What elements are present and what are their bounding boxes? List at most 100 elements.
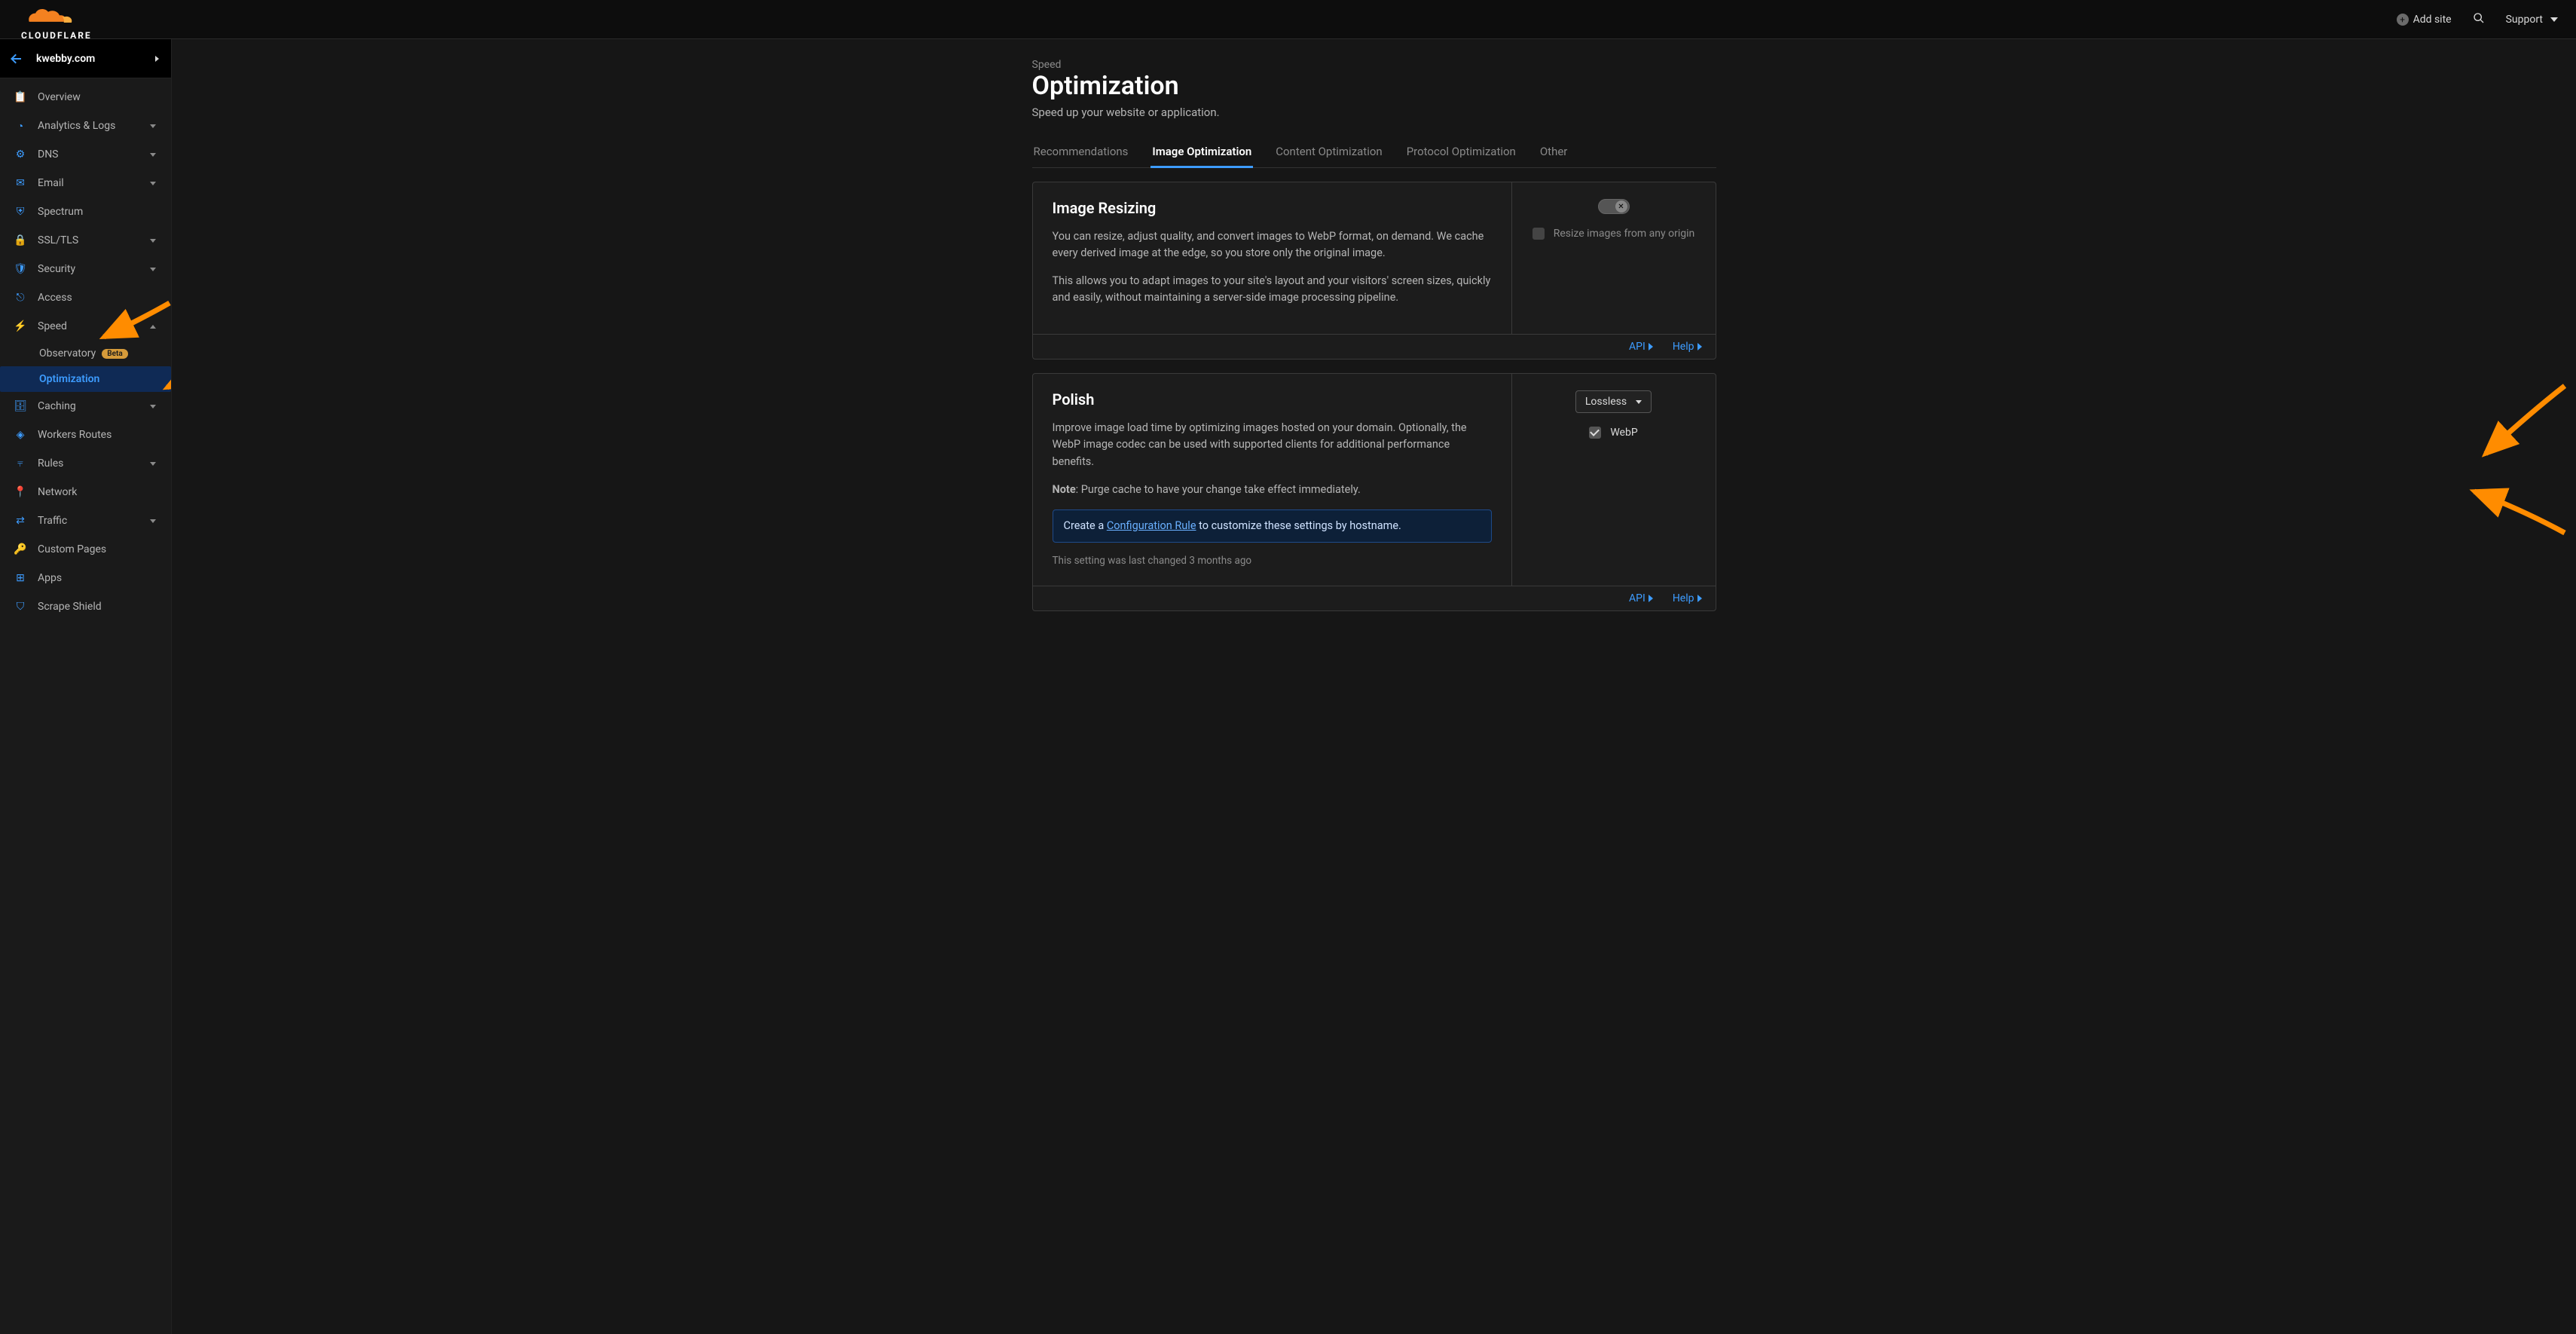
- card-note: Note: Purge cache to have your change ta…: [1053, 482, 1492, 498]
- drive-icon: 🗄: [14, 400, 27, 412]
- caret-right-icon: [1649, 343, 1653, 350]
- resize-any-origin-checkbox[interactable]: [1532, 228, 1545, 240]
- card-desc-p1: Improve image load time by optimizing im…: [1053, 420, 1492, 470]
- card-polish: Polish Improve image load time by optimi…: [1032, 373, 1716, 611]
- config-rule-callout: Create a Configuration Rule to customize…: [1053, 509, 1492, 543]
- top-header: CLOUDFLARE + Add site Support: [0, 0, 2576, 39]
- card-desc-p2: This allows you to adapt images to your …: [1053, 273, 1492, 307]
- tab-protocol-optimization[interactable]: Protocol Optimization: [1405, 137, 1517, 168]
- sidebar: kwebby.com 📋 Overview ◔Analytics & Logs ⚙ DN…: [0, 39, 172, 1334]
- support-menu[interactable]: Support: [2506, 14, 2558, 26]
- sidebar-item-custom-pages[interactable]: 🔑 Custom Pages: [0, 535, 171, 564]
- chevron-down-icon: [148, 268, 157, 271]
- sidebar-item-access[interactable]: ⎋Access: [0, 283, 171, 312]
- sidebar-item-email[interactable]: ✉ Email: [0, 169, 171, 197]
- add-site-label: Add site: [2413, 14, 2452, 26]
- tab-other[interactable]: Other: [1539, 137, 1569, 168]
- sidebar-item-label: Network: [38, 486, 157, 498]
- sidebar-item-label: Email: [38, 177, 138, 189]
- sidebar-subitem-observatory[interactable]: ObservatoryBeta: [0, 341, 171, 366]
- sidebar-subitem-label: Optimization: [39, 373, 99, 385]
- brand-logo[interactable]: CLOUDFLARE: [12, 4, 92, 35]
- site-switcher[interactable]: kwebby.com: [0, 39, 171, 78]
- clock-icon: ◔: [14, 120, 27, 133]
- sidebar-item-label: Caching: [38, 400, 138, 412]
- tabs: Recommendations Image Optimization Content…: [1032, 137, 1716, 168]
- funnel-icon: ⫧: [14, 457, 27, 470]
- add-site-button[interactable]: + Add site: [2397, 14, 2452, 26]
- sidebar-item-caching[interactable]: 🗄 Caching: [0, 392, 171, 421]
- sidebar-item-network[interactable]: 📍 Network: [0, 478, 171, 506]
- image-resizing-toggle[interactable]: ✕: [1598, 199, 1630, 214]
- card-image-resizing: Image Resizing You can resize, adjust qu…: [1032, 182, 1716, 360]
- api-link[interactable]: API: [1629, 341, 1653, 353]
- tab-recommendations[interactable]: Recommendations: [1032, 137, 1130, 168]
- sidebar-item-analytics-logs[interactable]: ◔Analytics & Logs: [0, 112, 171, 140]
- webp-checkbox[interactable]: [1589, 427, 1601, 439]
- bolt-icon: ⚡: [14, 320, 27, 332]
- sidebar-subitem-label: Observatory: [39, 347, 96, 360]
- sidebar-item-speed[interactable]: ⚡Speed: [0, 312, 171, 341]
- card-footer: API Help: [1033, 586, 1716, 610]
- help-link[interactable]: Help: [1673, 592, 1702, 604]
- sidebar-item-label: Overview: [38, 91, 157, 103]
- sidebar-nav: 📋 Overview ◔Analytics & Logs ⚙ DNS ✉ Email ⛨Spe…: [0, 78, 171, 1334]
- cloudflare-logo-icon: [12, 8, 84, 31]
- help-link[interactable]: Help: [1673, 341, 1702, 353]
- sidebar-item-label: Traffic: [38, 515, 138, 527]
- caret-right-icon: [155, 56, 159, 62]
- tab-image-optimization[interactable]: Image Optimization: [1150, 137, 1253, 168]
- sidebar-item-security[interactable]: 🛡Security: [0, 255, 171, 283]
- sidebar-item-label: SSL/TLS: [38, 234, 138, 246]
- caret-down-icon: [1636, 400, 1642, 404]
- help-link-label: Help: [1673, 341, 1694, 353]
- sidebar-item-label: Apps: [38, 572, 157, 584]
- sidebar-item-label: DNS: [38, 148, 138, 161]
- site-name: kwebby.com: [36, 53, 143, 65]
- network-icon: ⚙: [14, 148, 27, 161]
- polish-mode-dropdown[interactable]: Lossless: [1575, 390, 1652, 413]
- pin-icon: 📍: [14, 486, 27, 498]
- chevron-down-icon: [148, 405, 157, 408]
- lock-icon: 🔒: [14, 234, 27, 246]
- key-icon: 🔑: [14, 543, 27, 555]
- grid-icon: ⊞: [14, 572, 27, 584]
- card-title: Image Resizing: [1053, 199, 1492, 217]
- sidebar-item-apps[interactable]: ⊞ Apps: [0, 564, 171, 592]
- clipboard-icon: 📋: [14, 91, 27, 103]
- sidebar-item-traffic[interactable]: ⇄ Traffic: [0, 506, 171, 535]
- sidebar-item-scrape-shield[interactable]: ⛉Scrape Shield: [0, 592, 171, 621]
- tab-content-optimization[interactable]: Content Optimization: [1274, 137, 1383, 168]
- header-right: + Add site Support: [2397, 12, 2558, 27]
- arrows-icon: ⇄: [14, 515, 27, 527]
- sidebar-item-workers-routes[interactable]: ◈Workers Routes: [0, 421, 171, 449]
- callout-prefix: Create a: [1064, 519, 1107, 532]
- api-link[interactable]: API: [1629, 592, 1653, 604]
- help-link-label: Help: [1673, 592, 1694, 604]
- support-label: Support: [2506, 14, 2543, 26]
- sidebar-item-label: Custom Pages: [38, 543, 157, 555]
- sidebar-item-ssl-tls[interactable]: 🔒 SSL/TLS: [0, 226, 171, 255]
- door-icon: ⎋: [14, 292, 27, 304]
- caret-right-icon: [1649, 595, 1653, 602]
- card-title: Polish: [1053, 390, 1492, 408]
- mail-icon: ✉: [14, 177, 27, 189]
- resize-any-origin-label: Resize images from any origin: [1554, 228, 1694, 240]
- sidebar-item-label: Spectrum: [38, 206, 157, 218]
- route-icon: ◈: [14, 429, 27, 441]
- caret-down-icon: [2550, 17, 2558, 22]
- sidebar-item-overview[interactable]: 📋 Overview: [0, 83, 171, 112]
- sidebar-item-label: Rules: [38, 457, 138, 470]
- chevron-down-icon: [148, 239, 157, 243]
- config-rule-link[interactable]: Configuration Rule: [1107, 519, 1196, 532]
- sidebar-item-spectrum[interactable]: ⛨Spectrum: [0, 197, 171, 226]
- search-icon[interactable]: [2473, 12, 2485, 27]
- shield-icon: 🛡: [14, 263, 27, 275]
- sidebar-item-dns[interactable]: ⚙ DNS: [0, 140, 171, 169]
- sidebar-subitem-optimization[interactable]: Optimization: [0, 366, 171, 392]
- card-footer: API Help: [1033, 334, 1716, 359]
- annotation-arrow: [2471, 382, 2568, 465]
- card-desc-p1: You can resize, adjust quality, and conv…: [1053, 228, 1492, 262]
- sidebar-item-rules[interactable]: ⫧ Rules: [0, 449, 171, 478]
- note-text: : Purge cache to have your change take e…: [1076, 483, 1361, 496]
